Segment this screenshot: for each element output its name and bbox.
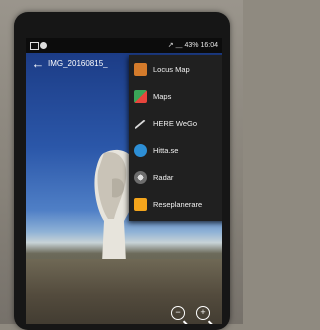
- menu-item-radar[interactable]: Radar: [129, 165, 222, 190]
- phone-screen: ↗ ⸏ 43% 16:04 ← IMG_20160815_ Locus Map …: [26, 38, 222, 324]
- google-maps-icon: [134, 90, 147, 103]
- zoom-in-icon[interactable]: +: [196, 306, 210, 320]
- signal-battery-text: ↗ ⸏ 43%: [167, 42, 199, 49]
- rocky-ground: [26, 259, 222, 324]
- status-bar: ↗ ⸏ 43% 16:04: [26, 38, 222, 53]
- status-right: ↗ ⸏ 43% 16:04: [168, 38, 218, 53]
- menu-item-here-wego[interactable]: HERE WeGo: [129, 111, 222, 136]
- image-title: IMG_20160815_: [48, 59, 108, 68]
- menu-item-label: Radar: [153, 173, 174, 182]
- menu-item-label: Hitta.se: [153, 146, 179, 155]
- reseplanerare-icon: [134, 198, 147, 211]
- menu-item-hitta[interactable]: Hitta.se: [129, 138, 222, 163]
- menu-item-label: Reseplanerare: [153, 200, 203, 209]
- back-button[interactable]: ←: [28, 53, 48, 75]
- share-menu: Locus Map Maps HERE WeGo Hitta.se Radar …: [129, 55, 222, 221]
- clock: 16:04: [200, 42, 218, 49]
- hitta-icon: [134, 144, 147, 157]
- menu-item-label: HERE WeGo: [153, 119, 198, 128]
- menu-item-label: Locus Map: [153, 65, 190, 74]
- locus-map-icon: [134, 63, 147, 76]
- zoom-out-icon[interactable]: −: [171, 306, 185, 320]
- here-wego-icon: [134, 119, 147, 131]
- radar-icon: [134, 171, 147, 184]
- menu-item-label: Maps: [153, 92, 172, 101]
- notification-icon-2: [40, 42, 47, 49]
- notification-icon: [30, 42, 39, 50]
- menu-item-maps[interactable]: Maps: [129, 84, 222, 109]
- menu-item-reseplanerare[interactable]: Reseplanerare: [129, 192, 222, 217]
- menu-item-locus-map[interactable]: Locus Map: [129, 57, 222, 82]
